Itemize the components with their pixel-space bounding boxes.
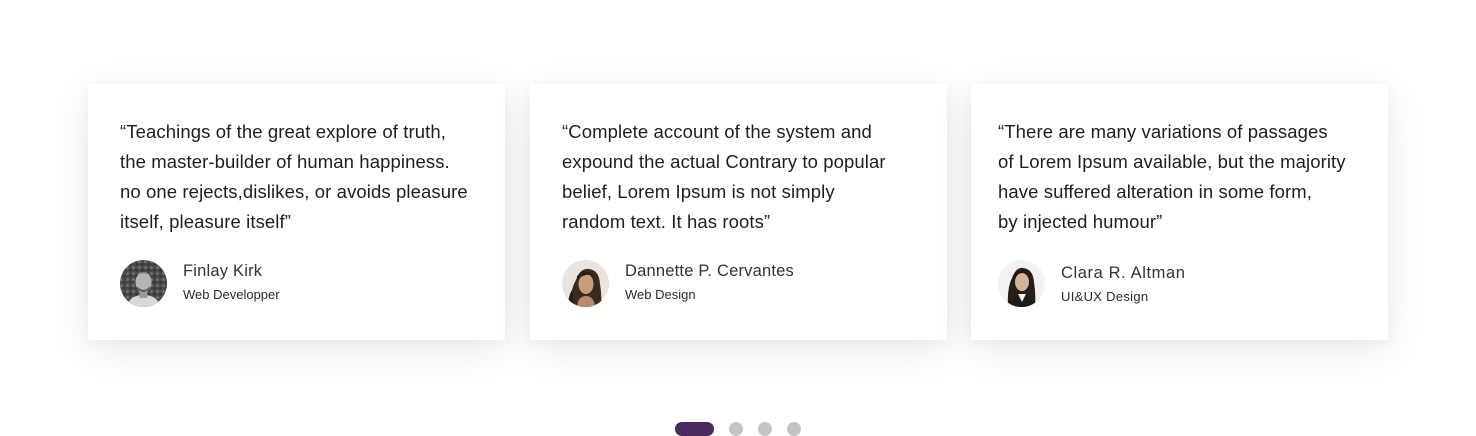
avatar <box>120 260 167 307</box>
quote-line: have suffered alteration in some form, <box>998 181 1313 202</box>
testimonial-card: “Teachings of the great explore of truth… <box>88 84 505 340</box>
quote-line: “There are many variations of passages <box>998 121 1328 142</box>
testimonial-card: “There are many variations of passages o… <box>971 84 1388 340</box>
quote-line: the master-builder of human happiness. <box>120 151 450 172</box>
testimonial-carousel: “Teachings of the great explore of truth… <box>0 0 1476 436</box>
quote-line: belief, Lorem Ipsum is not simply <box>562 181 835 202</box>
pagination-dot-2[interactable] <box>729 422 743 436</box>
quote-line: itself, pleasure itself” <box>120 211 292 232</box>
pagination-dot-1[interactable] <box>675 422 714 436</box>
testimonial-quote: “There are many variations of passages o… <box>998 117 1383 237</box>
author-role: UI&UX Design <box>1061 289 1149 304</box>
author-name: Dannette P. Cervantes <box>625 262 794 280</box>
avatar <box>562 260 609 307</box>
quote-line: “Teachings of the great explore of truth… <box>120 121 446 142</box>
quote-line: of Lorem Ipsum available, but the majori… <box>998 151 1346 172</box>
avatar <box>998 260 1045 307</box>
testimonial-quote: “Complete account of the system and expo… <box>562 117 937 237</box>
author-role: Web Design <box>625 287 696 302</box>
carousel-pagination <box>675 422 805 436</box>
pagination-dot-3[interactable] <box>758 422 772 436</box>
author-name: Clara R. Altman <box>1061 264 1186 282</box>
pagination-dot-4[interactable] <box>787 422 801 436</box>
quote-line: no one rejects,dislikes, or avoids pleas… <box>120 181 468 202</box>
quote-line: expound the actual Contrary to popular <box>562 151 886 172</box>
quote-line: “Complete account of the system and <box>562 121 872 142</box>
author-role: Web Developper <box>183 287 280 302</box>
testimonial-quote: “Teachings of the great explore of truth… <box>120 117 495 237</box>
quote-line: random text. It has roots” <box>562 211 771 232</box>
testimonial-card: “Complete account of the system and expo… <box>530 84 947 340</box>
quote-line: by injected humour” <box>998 211 1163 232</box>
author-name: Finlay Kirk <box>183 262 263 280</box>
